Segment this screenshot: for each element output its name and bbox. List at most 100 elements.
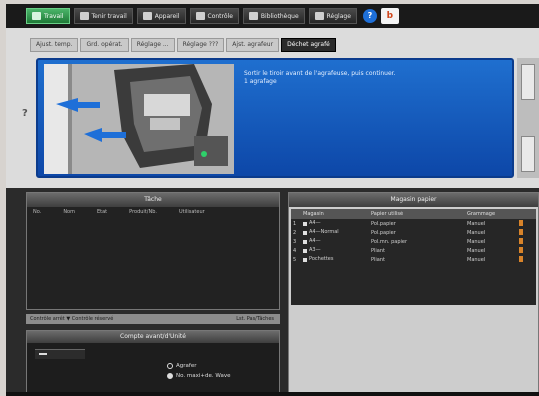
paper-tray-panel: Magasin papier Magasin Papier utilisé Gr… xyxy=(288,192,539,396)
tab-staple-waste[interactable]: Déchet agrafé xyxy=(281,38,336,52)
control-icon xyxy=(195,12,205,20)
row-paper: Pol.mn. papier xyxy=(371,238,408,245)
job-list-header: No. Nom Etat Produit/Nb. Utilisateur xyxy=(27,207,279,217)
row-index: 2 xyxy=(293,229,297,236)
row-paper: Pol.papier xyxy=(371,220,396,227)
col-paper: Papier utilisé xyxy=(371,211,404,217)
paper-tray-header: Magasin Papier utilisé Grammage xyxy=(291,209,536,219)
status-indicator-icon xyxy=(519,255,523,262)
col-tray: Magasin xyxy=(303,211,324,217)
menu-machine-button[interactable]: Appareil xyxy=(136,8,186,24)
tab-operator[interactable]: Grd. opérat. xyxy=(80,38,129,52)
machine-icon xyxy=(142,12,152,20)
paper-tray-rows: 1 A4— Pol.papier Manuel 2 A4—Normal Pol.papier… xyxy=(291,219,536,264)
function-tab-strip: Ajust. temp. Grd. opérat. Réglage ... Ré… xyxy=(30,38,539,52)
scroll-down-button[interactable] xyxy=(521,136,535,172)
row-status xyxy=(519,237,533,246)
library-icon xyxy=(248,12,258,20)
col-user: Utilisateur xyxy=(178,209,205,215)
status-indicator-icon xyxy=(519,219,523,226)
row-status xyxy=(519,228,533,237)
job-icon xyxy=(32,12,41,20)
row-status xyxy=(519,219,533,228)
top-menu-bar: Travail Tenir travail Appareil Contrôle … xyxy=(6,4,539,28)
scroll-up-button[interactable] xyxy=(521,64,535,100)
table-row[interactable]: 1 A4— Pol.papier Manuel xyxy=(291,219,536,228)
help-button[interactable]: ? xyxy=(362,9,377,23)
job-list-footer[interactable]: Contrôle arrêt ▼ Contrôle réservé Lst. P… xyxy=(26,314,280,324)
tab-setting-a[interactable]: Réglage ... xyxy=(130,38,175,52)
row-tray: A4— xyxy=(303,238,371,246)
brand-logo: b xyxy=(380,8,399,24)
guidance-line-2: 1 agrafage xyxy=(244,78,277,85)
row-index: 3 xyxy=(293,238,297,245)
menu-settings-button[interactable]: Réglage xyxy=(308,8,357,24)
status-indicator-icon xyxy=(519,237,523,244)
footer-control-label: Contrôle arrêt ▼ Contrôle réservé xyxy=(30,316,114,322)
menu-control-button[interactable]: Contrôle xyxy=(189,8,239,24)
device-screen: Travail Tenir travail Appareil Contrôle … xyxy=(6,4,539,396)
tray-icon xyxy=(303,239,307,244)
footer-list-button[interactable]: Lst. Pas/Tâches xyxy=(236,314,274,324)
guidance-message: Sortir le tiroir avant de l'agrafeuse, p… xyxy=(244,70,395,86)
row-index: 4 xyxy=(293,247,297,254)
job-list-title: Tâche xyxy=(27,193,279,207)
row-paper: Pol.papier xyxy=(371,229,396,236)
row-weight: Manuel xyxy=(467,238,486,245)
tray-icon xyxy=(303,257,307,262)
bottom-strip xyxy=(6,392,539,396)
paper-tray-title: Magasin papier xyxy=(289,193,538,207)
tray-icon xyxy=(303,221,307,226)
table-row[interactable]: 5 Pochettes Pliant Manuel xyxy=(291,255,536,264)
job-list-panel: Tâche No. Nom Etat Produit/Nb. Utilisate… xyxy=(26,192,280,310)
counter-panel: Compte avant/d'Unité Agrafer No. maxi+de… xyxy=(26,330,280,394)
row-tray: Pochettes xyxy=(303,256,371,264)
stapler-illustration xyxy=(44,64,234,174)
row-index: 1 xyxy=(293,220,297,227)
table-row[interactable]: 2 A4—Normal Pol.papier Manuel xyxy=(291,228,536,237)
col-weight: Grammage xyxy=(467,211,496,217)
row-status xyxy=(519,255,533,264)
row-tray: A4—Normal xyxy=(303,229,371,237)
col-product: Produit/Nb. xyxy=(129,209,157,215)
status-indicator-icon xyxy=(519,228,523,235)
option-max-number[interactable]: No. maxi+de. Wave xyxy=(167,373,230,379)
row-status xyxy=(519,246,533,255)
tab-temp-adjust[interactable]: Ajust. temp. xyxy=(30,38,79,52)
row-paper: Pliant xyxy=(371,256,385,263)
guidance-panel: Sortir le tiroir avant de l'agrafeuse, p… xyxy=(36,58,514,178)
row-weight: Manuel xyxy=(467,256,486,263)
table-row[interactable]: 4 A3— Pliant Manuel xyxy=(291,246,536,255)
tray-icon xyxy=(303,230,307,235)
radio-icon xyxy=(167,363,173,369)
tray-icon xyxy=(303,248,307,253)
settings-icon xyxy=(314,12,324,20)
status-indicator-icon xyxy=(519,246,523,253)
stapler-drawer-image xyxy=(44,64,234,174)
menu-hold-job-button[interactable]: Tenir travail xyxy=(73,8,133,24)
paper-tray-table: Magasin Papier utilisé Grammage 1 A4— Pol.… xyxy=(291,209,536,305)
hold-icon xyxy=(79,12,89,20)
side-help-icon[interactable]: ? xyxy=(22,108,28,119)
row-index: 5 xyxy=(293,256,297,263)
tab-setting-b[interactable]: Réglage ??? xyxy=(176,38,225,52)
row-tray: A3— xyxy=(303,247,371,255)
row-weight: Manuel xyxy=(467,247,486,254)
col-name: Nom xyxy=(63,209,75,215)
guidance-scroll xyxy=(517,58,539,178)
guidance-line-1: Sortir le tiroir avant de l'agrafeuse, p… xyxy=(244,70,396,77)
row-paper: Pliant xyxy=(371,247,385,254)
menu-library-button[interactable]: Bibliothèque xyxy=(242,8,305,24)
counter-title: Compte avant/d'Unité xyxy=(27,331,279,343)
table-row[interactable]: 3 A4— Pol.mn. papier Manuel xyxy=(291,237,536,246)
option-staple[interactable]: Agrafer xyxy=(167,363,196,369)
counter-field[interactable] xyxy=(35,349,85,359)
tab-stapler-adjust[interactable]: Ajst. agrafeur xyxy=(226,38,280,52)
row-weight: Manuel xyxy=(467,229,486,236)
row-weight: Manuel xyxy=(467,220,486,227)
radio-selected-icon xyxy=(167,373,173,379)
menu-travail-button[interactable]: Travail xyxy=(26,8,70,24)
col-number: No. xyxy=(33,209,42,215)
row-tray: A4— xyxy=(303,220,371,228)
col-status: Etat xyxy=(96,209,108,215)
